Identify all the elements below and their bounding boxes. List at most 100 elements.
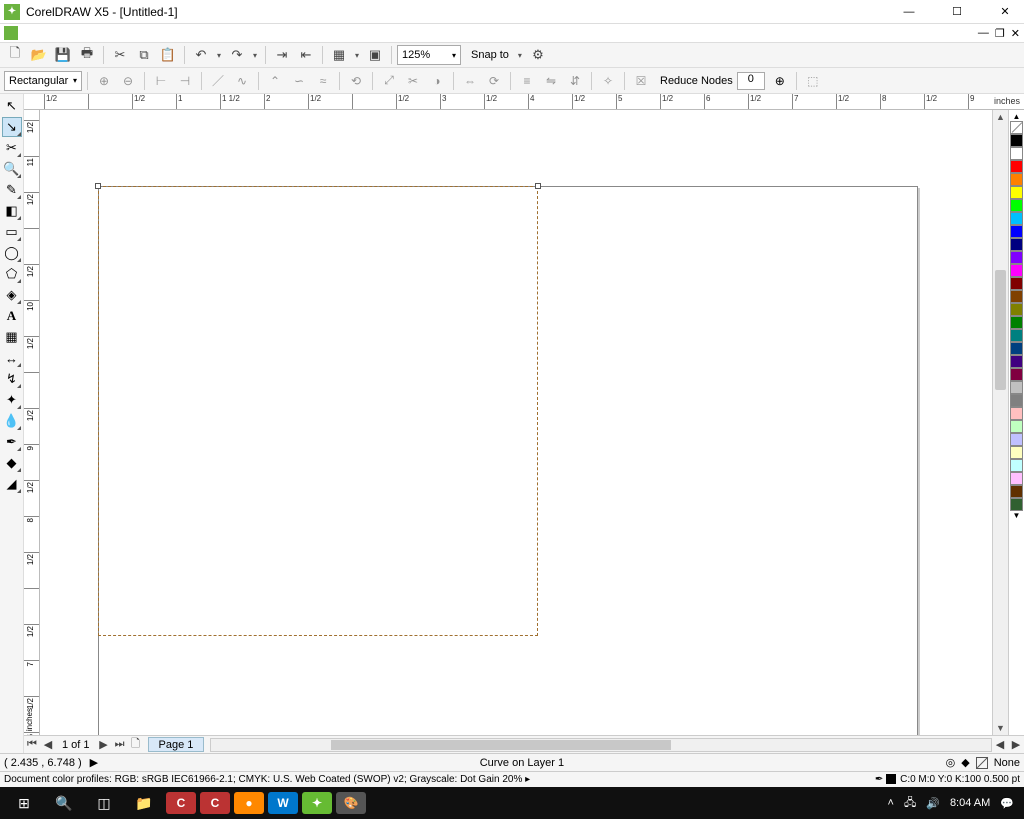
rectangle-tool[interactable]: ▭ bbox=[2, 222, 22, 242]
selected-curve[interactable] bbox=[98, 186, 538, 636]
delete-node-button[interactable]: ⊖ bbox=[117, 70, 139, 92]
color-swatch[interactable] bbox=[1010, 303, 1023, 316]
close-button[interactable]: ✕ bbox=[990, 2, 1020, 22]
extract-subpath-button[interactable]: ✂ bbox=[402, 70, 424, 92]
save-button[interactable]: 💾 bbox=[52, 44, 74, 66]
hscroll-thumb[interactable] bbox=[331, 740, 671, 750]
color-swatch[interactable] bbox=[1010, 147, 1023, 160]
palette-scroll-up[interactable]: ▲ bbox=[1013, 112, 1021, 121]
color-swatch[interactable] bbox=[1010, 329, 1023, 342]
taskbar-app-5[interactable]: 🎨 bbox=[336, 792, 366, 814]
shape-tool[interactable]: ↘ bbox=[2, 117, 22, 137]
taskbar-app-1[interactable]: C bbox=[166, 792, 196, 814]
color-swatch[interactable] bbox=[1010, 199, 1023, 212]
play-icon[interactable]: ▶ bbox=[90, 756, 98, 769]
table-tool[interactable]: ▦ bbox=[2, 327, 22, 347]
color-swatch[interactable] bbox=[1010, 316, 1023, 329]
color-swatch[interactable] bbox=[1010, 186, 1023, 199]
reduce-nodes-input[interactable]: 0 bbox=[737, 72, 765, 90]
horizontal-scrollbar[interactable] bbox=[210, 738, 992, 752]
notifications-icon[interactable]: 💬 bbox=[1000, 797, 1014, 810]
app-launcher-button[interactable]: ▦ bbox=[328, 44, 350, 66]
fill-indicator-icon[interactable]: ◆ bbox=[961, 756, 969, 769]
page-tab[interactable]: Page 1 bbox=[148, 737, 205, 752]
color-swatch[interactable] bbox=[1010, 173, 1023, 186]
color-swatch[interactable] bbox=[1010, 277, 1023, 290]
reflect-h-button[interactable]: ⇋ bbox=[540, 70, 562, 92]
smart-fill-tool[interactable]: ◧ bbox=[2, 201, 22, 221]
color-swatch[interactable] bbox=[1010, 355, 1023, 368]
close-curve-button[interactable]: ◑ bbox=[426, 70, 448, 92]
start-button[interactable]: ⊞ bbox=[4, 788, 44, 818]
options-button[interactable]: ⚙ bbox=[527, 44, 549, 66]
crop-tool[interactable]: ✂ bbox=[2, 138, 22, 158]
undo-dropdown[interactable]: ▾ bbox=[214, 51, 224, 60]
color-swatch[interactable] bbox=[1010, 472, 1023, 485]
undo-button[interactable]: ↶ bbox=[190, 44, 212, 66]
volume-icon[interactable]: 🔊 bbox=[926, 797, 940, 810]
vscroll-thumb[interactable] bbox=[995, 270, 1006, 390]
color-swatch[interactable] bbox=[1010, 394, 1023, 407]
scroll-up-icon[interactable]: ▲ bbox=[993, 110, 1008, 124]
import-button[interactable]: ⇥ bbox=[271, 44, 293, 66]
tray-chevron-icon[interactable]: ˄ bbox=[888, 797, 894, 809]
selection-node[interactable] bbox=[535, 183, 541, 189]
cusp-node-button[interactable]: ⌃ bbox=[264, 70, 286, 92]
clock[interactable]: 8:04 AM bbox=[950, 797, 990, 809]
next-page-button[interactable]: ▶ bbox=[96, 738, 112, 751]
selection-node[interactable] bbox=[95, 183, 101, 189]
color-swatch[interactable] bbox=[1010, 160, 1023, 173]
network-icon[interactable]: 🖧 bbox=[904, 794, 916, 813]
join-nodes-button[interactable]: ⊢ bbox=[150, 70, 172, 92]
color-swatch[interactable] bbox=[1010, 342, 1023, 355]
dimension-tool[interactable]: ↔ bbox=[2, 348, 22, 368]
color-swatch[interactable] bbox=[1010, 433, 1023, 446]
color-swatch[interactable] bbox=[1010, 238, 1023, 251]
scroll-down-icon[interactable]: ▼ bbox=[993, 721, 1008, 735]
basic-shapes-tool[interactable]: ◈ bbox=[2, 285, 22, 305]
color-swatch[interactable] bbox=[1010, 498, 1023, 511]
align-nodes-button[interactable]: ≡ bbox=[516, 70, 538, 92]
print-button[interactable]: 🖶 bbox=[76, 44, 98, 66]
pick-tool[interactable]: ↖ bbox=[2, 96, 22, 116]
to-line-button[interactable]: ／ bbox=[207, 70, 229, 92]
redo-button[interactable]: ↷ bbox=[226, 44, 248, 66]
eyedropper-tool[interactable]: 💧 bbox=[2, 411, 22, 431]
scroll-left-button[interactable]: ◀ bbox=[992, 738, 1008, 751]
color-swatch[interactable] bbox=[1010, 459, 1023, 472]
prev-page-button[interactable]: ◀ bbox=[40, 738, 56, 751]
task-view-button[interactable]: ◫ bbox=[84, 788, 124, 818]
snap-to-dropdown[interactable]: ▾ bbox=[515, 51, 525, 60]
new-button[interactable]: 🗋 bbox=[4, 44, 26, 66]
copy-button[interactable]: ⧉ bbox=[133, 44, 155, 66]
last-page-button[interactable]: ⏭ bbox=[112, 738, 128, 751]
rotate-nodes-button[interactable]: ⟳ bbox=[483, 70, 505, 92]
text-tool[interactable]: A bbox=[2, 306, 22, 326]
select-all-nodes-button[interactable]: ☒ bbox=[630, 70, 652, 92]
stretch-nodes-button[interactable]: ⇔ bbox=[459, 70, 481, 92]
interactive-blend-tool[interactable]: ✦ bbox=[2, 390, 22, 410]
search-button[interactable]: 🔍 bbox=[44, 788, 84, 818]
palette-scroll-down[interactable]: ▼ bbox=[1013, 511, 1021, 520]
interactive-fill-tool[interactable]: ◢ bbox=[2, 474, 22, 494]
zoom-select[interactable]: 125%▾ bbox=[397, 45, 461, 65]
zoom-tool[interactable]: 🔍 bbox=[2, 159, 22, 179]
horizontal-ruler[interactable]: inches 1/21/211 1/221/21/231/241/251/261… bbox=[24, 94, 1024, 110]
add-page-button[interactable]: 🗋 bbox=[128, 735, 144, 754]
paste-button[interactable]: 📋 bbox=[157, 44, 179, 66]
color-proof-icon[interactable]: ◎ bbox=[946, 756, 956, 769]
break-node-button[interactable]: ⊣ bbox=[174, 70, 196, 92]
color-swatch[interactable] bbox=[1010, 407, 1023, 420]
elastic-mode-button[interactable]: ✧ bbox=[597, 70, 619, 92]
polygon-tool[interactable]: ⬠ bbox=[2, 264, 22, 284]
color-swatch[interactable] bbox=[1010, 134, 1023, 147]
bounding-box-button[interactable]: ⬚ bbox=[802, 70, 824, 92]
color-swatch[interactable] bbox=[1010, 264, 1023, 277]
reverse-direction-button[interactable]: ⟲ bbox=[345, 70, 367, 92]
cut-button[interactable]: ✂ bbox=[109, 44, 131, 66]
connector-tool[interactable]: ↯ bbox=[2, 369, 22, 389]
color-swatch[interactable] bbox=[1010, 290, 1023, 303]
color-swatch[interactable] bbox=[1010, 381, 1023, 394]
reflect-v-button[interactable]: ⇵ bbox=[564, 70, 586, 92]
color-swatch[interactable] bbox=[1010, 225, 1023, 238]
